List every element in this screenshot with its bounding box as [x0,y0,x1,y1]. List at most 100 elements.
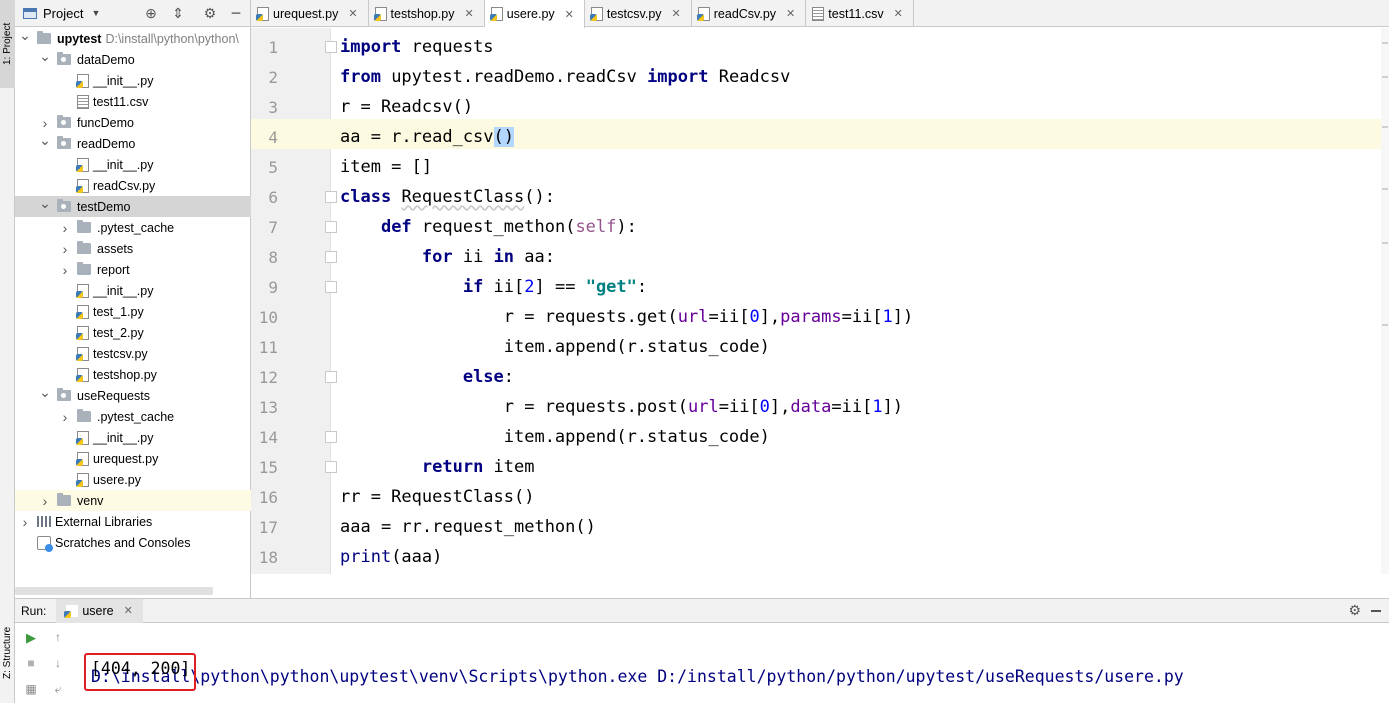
folder-icon [57,52,71,65]
error-stripe-mark [1382,188,1388,190]
code-line: 11 item.append(r.status_code) [251,332,1381,362]
fold-marker[interactable] [325,461,337,473]
project-view-selector[interactable]: Project [43,6,83,21]
editor-tab[interactable]: readCsv.py ✕ [692,0,807,27]
code-line: 6 class RequestClass(): [251,182,1381,212]
editor-tab[interactable]: testcsv.py ✕ [585,0,692,27]
chevron-right-icon[interactable]: › [59,262,71,278]
tree-item[interactable]: ⌄ readDemo [15,132,251,154]
project-tool-tab[interactable]: 1: Project [0,0,15,88]
scroll-down-icon[interactable]: ↓ [50,656,66,670]
editor-scrollbar[interactable] [1381,28,1389,574]
fold-marker[interactable] [325,251,337,263]
tree-item[interactable]: ⌄ upytest D:\install\python\python\ [15,27,251,49]
run-label: Run: [21,603,47,618]
tree-item[interactable]: › report [15,259,251,280]
chevron-down-icon[interactable]: ▼ [91,8,100,18]
chevron-right-icon[interactable]: › [59,220,71,236]
editor-tab[interactable]: test11.csv ✕ [806,0,914,27]
rerun-icon[interactable]: ▶ [23,630,39,646]
hide-panel-icon[interactable]: − [228,3,244,23]
fold-marker[interactable] [325,431,337,443]
chevron-down-icon[interactable]: ⌄ [19,27,31,44]
scroll-up-icon[interactable]: ↑ [50,630,66,644]
gear-icon[interactable]: ⚙ [202,5,218,21]
fold-marker[interactable] [325,41,337,53]
chevron-down-icon[interactable]: ⌄ [39,195,51,212]
locate-icon[interactable]: ⊕ [143,5,159,21]
csv-file-icon [812,6,825,21]
editor-tab[interactable]: urequest.py ✕ [251,0,369,27]
run-command-line: D:\install\python\python\upytest\venv\Sc… [91,667,1184,686]
close-icon[interactable]: ✕ [672,7,681,20]
tree-item[interactable]: test_1.py [15,301,251,322]
chevron-right-icon[interactable]: › [59,409,71,425]
fold-marker[interactable] [325,191,337,203]
chevron-down-icon[interactable]: ⌄ [39,48,51,65]
code-line: 15 return item [251,452,1381,482]
run-result-output: [404, 200] [91,659,191,678]
fold-marker[interactable] [325,281,337,293]
gear-icon[interactable]: ⚙ [1348,602,1361,619]
hide-panel-icon[interactable] [1371,610,1381,612]
tree-item-label: report [97,262,130,277]
tab-label: usere.py [506,7,555,21]
close-icon[interactable]: ✕ [464,7,473,20]
tree-item[interactable]: __init__.py [15,70,251,91]
tree-item[interactable]: ⌄ useRequests [15,384,251,406]
close-icon[interactable]: ✕ [894,7,903,20]
run-console-output[interactable]: D:\install\python\python\upytest\venv\Sc… [91,629,1184,703]
error-stripe-mark [1382,324,1388,326]
tree-item[interactable]: testcsv.py [15,343,251,364]
tree-item[interactable]: › venv [15,490,251,511]
tree-item-label: readCsv.py [93,178,156,193]
code-editor[interactable]: 1 import requests 2 from upytest.readDemo.… [251,28,1389,574]
chevron-right-icon[interactable]: › [39,493,51,509]
tree-item[interactable]: ⌄ testDemo [15,195,251,217]
tree-item[interactable]: › .pytest_cache [15,406,251,427]
folder-icon [77,241,91,254]
structure-tool-tab[interactable]: Z: Structure [0,615,15,690]
tree-item-label: testDemo [77,199,131,214]
tab-label: testcsv.py [606,6,662,21]
code-line: 18 print(aaa) [251,542,1381,572]
tree-item[interactable]: readCsv.py [15,175,251,196]
tree-item-label: dataDemo [77,52,135,67]
chevron-down-icon[interactable]: ⌄ [39,384,51,401]
tree-item[interactable]: __init__.py [15,280,251,301]
chevron-right-icon[interactable]: › [59,241,71,257]
run-toolbar: ▶ ↑ ■ ↓ ▦ ⤶ [15,624,75,703]
tree-item[interactable]: › assets [15,238,251,259]
tree-item[interactable]: __init__.py [15,154,251,175]
tree-item[interactable]: testshop.py [15,364,251,385]
tree-item-label: Scratches and Consoles [55,535,191,550]
close-icon[interactable]: ✕ [565,8,574,21]
code-line: 10 r = requests.get(url=ii[0],params=ii[… [251,302,1381,332]
collapse-all-icon[interactable]: ⇕ [170,5,186,21]
tree-item[interactable]: › funcDemo [15,112,251,133]
close-icon[interactable]: ✕ [124,604,133,617]
tree-item[interactable]: test_2.py [15,322,251,343]
chevron-right-icon[interactable]: › [39,115,51,131]
tree-item[interactable]: urequest.py [15,448,251,469]
tree-item[interactable]: › External Libraries [15,511,251,532]
chevron-down-icon[interactable]: ⌄ [39,132,51,149]
tree-item[interactable]: test11.csv [15,91,251,112]
editor-tab[interactable]: testshop.py ✕ [369,0,485,27]
soft-wrap-icon[interactable]: ⤶ [50,682,66,697]
fold-marker[interactable] [325,371,337,383]
tree-item[interactable]: › .pytest_cache [15,217,251,238]
close-icon[interactable]: ✕ [786,7,795,20]
tree-item[interactable]: ⌄ dataDemo [15,48,251,70]
editor-tab[interactable]: usere.py ✕ [484,0,585,28]
close-icon[interactable]: ✕ [348,7,357,20]
run-config-tab[interactable]: usere ✕ [56,598,143,623]
chevron-right-icon[interactable]: › [19,514,31,530]
tree-item[interactable]: Scratches and Consoles [15,532,251,553]
tree-item[interactable]: __init__.py [15,427,251,448]
stop-icon[interactable]: ■ [23,656,39,670]
layout-icon[interactable]: ▦ [23,682,39,696]
tree-item[interactable]: usere.py [15,469,251,490]
fold-marker[interactable] [325,221,337,233]
horizontal-scrollbar[interactable] [15,587,213,595]
